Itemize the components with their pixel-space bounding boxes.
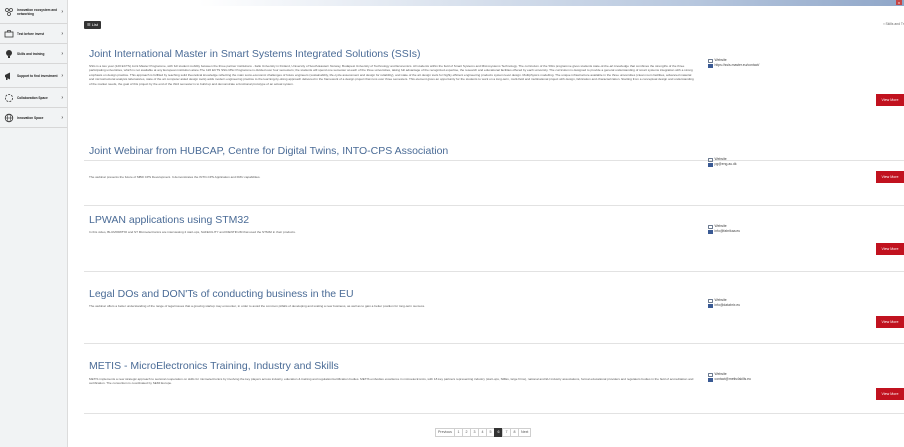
lightbulb-icon (4, 49, 14, 59)
chevron-right-icon: › (61, 30, 63, 37)
network-icon (4, 7, 14, 17)
page: Innovation ecosystem and networking › Te… (0, 0, 904, 447)
entry-title[interactable]: METIS - MicroElectronics Training, Indus… (89, 360, 339, 372)
sidebar-item-label: Support to find investment (17, 73, 58, 78)
sidebar-item-test-before-invest[interactable]: Test before invest › (0, 24, 67, 44)
website-icon (708, 298, 713, 303)
sidebar-item-support-investment[interactable]: Support to find investment › (0, 64, 67, 88)
entry-contact: Website contact@metis4skills.eu (708, 372, 751, 382)
email-icon (708, 162, 713, 167)
sidebar-item-skills-training[interactable]: Skills and training › (0, 44, 67, 64)
list-item: Joint Webinar from HUBCAP, Centre for Di… (84, 145, 904, 206)
list-item: LPWAN applications using STM32 In this v… (84, 206, 904, 272)
list-item: Joint International Master in Smart Syst… (84, 38, 904, 161)
entry-contact: Website info@fabrikaa.eu (708, 224, 740, 234)
entry-title[interactable]: Joint Webinar from HUBCAP, Centre for Di… (89, 145, 448, 157)
view-more-button[interactable]: View More (876, 94, 904, 106)
contact-value: info@fabrikaa.eu (714, 229, 741, 233)
entry-title[interactable]: Joint International Master in Smart Syst… (89, 48, 420, 60)
contact-value: info@databrix.eu (714, 303, 741, 307)
toolbox-icon (4, 29, 14, 39)
sidebar-item-label: Collaboration Space (17, 95, 48, 100)
chevron-right-icon: › (61, 94, 63, 101)
globe-icon (4, 113, 14, 123)
website-icon (708, 58, 713, 63)
sidebar-item-label: Innovation ecosystem and networking (17, 7, 58, 16)
entry-contact: Website https://ssis-master.eu/contact/ (708, 58, 759, 68)
filter-icon: ▪ (883, 22, 885, 26)
chevron-right-icon: › (61, 114, 63, 121)
sidebar-item-innovation-ecosystem[interactable]: Innovation ecosystem and networking › (0, 0, 67, 24)
sidebar-item-collaboration-space[interactable]: Collaboration Space › (0, 88, 67, 108)
entry-contact: Website pg@eng.au.dk (708, 157, 737, 167)
email-icon (708, 303, 713, 308)
view-more-button[interactable]: View More (876, 171, 904, 183)
pagination-previous[interactable]: Previous (435, 428, 455, 437)
top-banner: x (68, 0, 904, 10)
entry-description: The webinar presents the future of MBD C… (89, 175, 261, 179)
sidebar: Innovation ecosystem and networking › Te… (0, 0, 68, 447)
list-icon: ☰ (87, 22, 91, 27)
contact-value: pg@eng.au.dk (714, 162, 737, 166)
contact-link[interactable]: contact@metis4skills.eu (708, 377, 751, 382)
megaphone-icon (4, 71, 14, 81)
pagination: Previous 1 2 3 4 5 6 7 8 Next (435, 428, 532, 437)
contact-link[interactable]: info@databrix.eu (708, 303, 740, 308)
contact-value: contact@metis4skills.eu (714, 377, 751, 381)
website-icon (708, 372, 713, 377)
website-icon (708, 157, 713, 162)
close-button[interactable]: x (896, 0, 902, 5)
collaboration-icon (4, 93, 14, 103)
view-more-button[interactable]: View More (876, 388, 904, 400)
chevron-right-icon: › (61, 8, 63, 15)
entry-description: SSIs is a two year (120 ECTS) Joint Mast… (89, 64, 694, 86)
entry-description: In this video, BLUMORPHO and ST Microele… (89, 230, 296, 234)
entry-title[interactable]: LPWAN applications using STM32 (89, 214, 249, 226)
filter-label: Skills and Tr (885, 22, 904, 26)
chevron-right-icon: › (61, 72, 63, 79)
email-icon (708, 229, 713, 234)
website-icon (708, 224, 713, 229)
sidebar-item-label: Innovation Space (17, 115, 44, 120)
banner-gradient (198, 0, 904, 6)
list-item: METIS - MicroElectronics Training, Indus… (84, 344, 904, 414)
chevron-right-icon: › (61, 50, 63, 57)
contact-link[interactable]: info@fabrikaa.eu (708, 229, 740, 234)
pagination-next[interactable]: Next (517, 428, 532, 437)
email-icon (708, 377, 713, 382)
contact-value: https://ssis-master.eu/contact/ (714, 63, 760, 67)
contact-link[interactable]: pg@eng.au.dk (708, 162, 737, 167)
sidebar-item-label: Test before invest (17, 31, 45, 36)
list-label: List (91, 22, 98, 27)
list-view-button[interactable]: ☰ List (84, 21, 101, 29)
view-more-button[interactable]: View More (876, 316, 904, 328)
entry-description: The webinar offers a better understandin… (89, 304, 425, 308)
sidebar-item-label: Skills and training (17, 51, 45, 56)
entry-contact: Website info@databrix.eu (708, 298, 740, 308)
contact-link[interactable]: https://ssis-master.eu/contact/ (708, 63, 759, 68)
entry-title[interactable]: Legal DOs and DON'Ts of conducting busin… (89, 288, 354, 300)
list-item: Legal DOs and DON'Ts of conducting busin… (84, 272, 904, 344)
entry-description: METIS implements a new strategic approac… (89, 377, 694, 386)
active-filter[interactable]: ▪ Skills and Tr (883, 22, 904, 26)
view-more-button[interactable]: View More (876, 243, 904, 255)
email-icon (708, 63, 713, 68)
sidebar-item-innovation-space[interactable]: Innovation Space › (0, 108, 67, 128)
